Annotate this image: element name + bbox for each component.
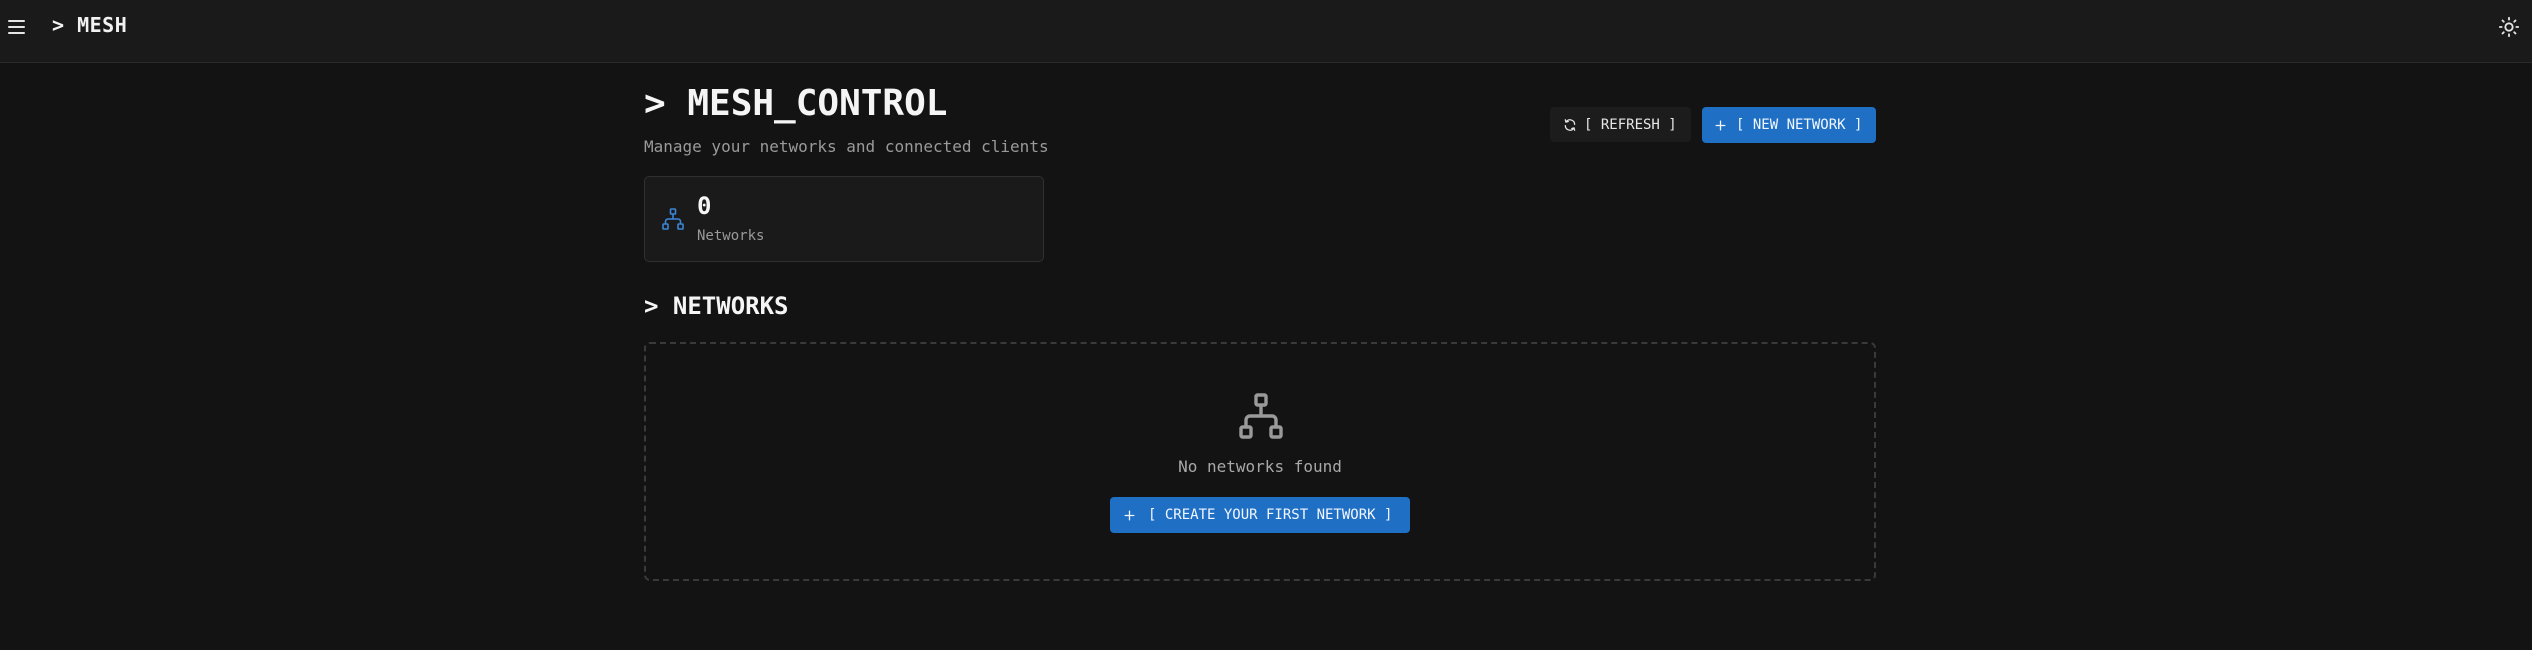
network-icon [662, 208, 684, 230]
plus-icon [1715, 120, 1726, 130]
top-bar: > MESH [0, 0, 2532, 63]
new-network-button[interactable]: [ NEW NETWORK ] [1702, 107, 1876, 143]
create-first-network-button[interactable]: [ CREATE YOUR FIRST NETWORK ] [1110, 497, 1410, 533]
refresh-icon [1564, 118, 1576, 131]
networks-section-title: > NETWORKS [644, 292, 789, 320]
refresh-button-label: [ REFRESH ] [1584, 116, 1677, 133]
new-network-button-label: [ NEW NETWORK ] [1736, 117, 1863, 133]
networks-stat-card: 0 Networks [644, 176, 1044, 262]
refresh-button[interactable]: [ REFRESH ] [1550, 107, 1691, 142]
empty-state-message: No networks found [1178, 457, 1342, 476]
page-title: > MESH_CONTROL [644, 83, 948, 124]
networks-empty-state: No networks found [ CREATE YOUR FIRST NE… [644, 342, 1876, 581]
brand-logo[interactable]: > MESH [52, 13, 127, 37]
page-subtitle: Manage your networks and connected clien… [644, 137, 1049, 156]
network-icon [1239, 393, 1283, 439]
networks-count: 0 [697, 192, 712, 220]
create-first-network-label: [ CREATE YOUR FIRST NETWORK ] [1148, 507, 1393, 523]
plus-icon [1124, 510, 1135, 520]
hamburger-menu-icon[interactable] [6, 16, 28, 38]
sun-icon[interactable] [2498, 16, 2520, 38]
networks-count-label: Networks [697, 228, 765, 244]
